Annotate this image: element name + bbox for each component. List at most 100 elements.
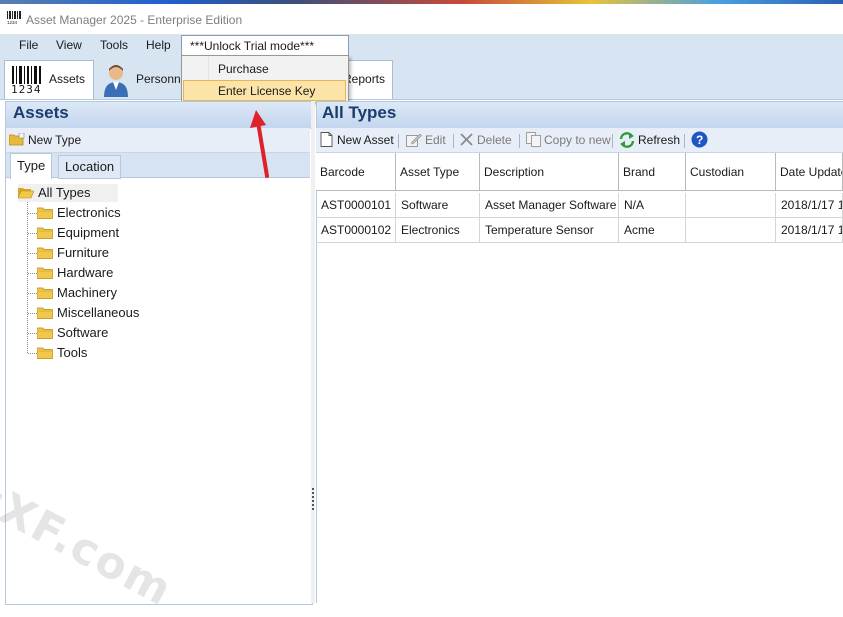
folder-icon xyxy=(37,307,53,319)
tree-node-electronics[interactable]: Electronics xyxy=(37,204,177,222)
tree-node-label: Tools xyxy=(57,345,88,360)
right-panel-title: All Types xyxy=(322,103,397,122)
menu-tools[interactable]: Tools xyxy=(98,38,130,52)
tree-connector xyxy=(27,201,28,353)
column-header[interactable]: Description xyxy=(480,153,619,191)
tree-node-tools[interactable]: Tools xyxy=(37,344,177,362)
title-bar: 1234 Asset Manager 2025 - Enterprise Edi… xyxy=(0,4,843,35)
folder-icon xyxy=(37,207,53,219)
delete-icon xyxy=(460,133,473,146)
toolbar-separator xyxy=(398,134,399,148)
column-header[interactable]: Date Update xyxy=(776,153,843,191)
tree-node-miscellaneous[interactable]: Miscellaneous xyxy=(37,304,177,322)
tree-node-software[interactable]: Software xyxy=(37,324,177,342)
menu-view[interactable]: View xyxy=(54,38,84,52)
toolbar-separator xyxy=(684,134,685,148)
svg-text:1234: 1234 xyxy=(7,20,18,24)
svg-text:?: ? xyxy=(696,133,703,147)
left-panel-title: Assets xyxy=(13,103,69,122)
menu-help[interactable]: Help xyxy=(144,38,173,52)
tree-node-machinery[interactable]: Machinery xyxy=(37,284,177,302)
menu-item-purchase[interactable]: Purchase xyxy=(183,58,345,78)
delete-label: Delete xyxy=(477,133,512,147)
tab-assets-label: Assets xyxy=(49,72,86,86)
tree-connector xyxy=(28,253,37,254)
edit-label: Edit xyxy=(425,133,446,147)
tab-type[interactable]: Type xyxy=(10,153,53,179)
unlock-dropdown-menu: Purchase Enter License Key xyxy=(181,55,349,103)
tab-reports-label: Reports xyxy=(343,72,386,86)
menu-unlock-trial-label: ***Unlock Trial mode*** xyxy=(190,39,315,53)
new-document-icon xyxy=(320,132,333,147)
table-cell[interactable]: Asset Manager Software xyxy=(480,193,619,218)
tree-node-label: Machinery xyxy=(57,285,117,300)
tree-node-equipment[interactable]: Equipment xyxy=(37,224,177,242)
refresh-icon xyxy=(619,132,635,148)
table-cell[interactable]: N/A xyxy=(619,193,686,218)
table-cell[interactable]: 2018/1/17 1... xyxy=(776,218,843,243)
toolbar-separator xyxy=(453,134,454,148)
tree-root-label: All Types xyxy=(38,185,91,200)
window-title: Asset Manager 2025 - Enterprise Edition xyxy=(26,13,243,27)
table-cell[interactable]: Temperature Sensor xyxy=(480,218,619,243)
table-cell[interactable]: Acme xyxy=(619,218,686,243)
folder-icon xyxy=(37,247,53,259)
edit-icon xyxy=(406,133,422,147)
copy-icon xyxy=(526,132,541,147)
ribbon-tabs: 1234 Assets Personn Reports xyxy=(0,57,843,100)
tree-connector xyxy=(28,313,37,314)
menu-item-purchase-label: Purchase xyxy=(218,62,269,76)
panel-splitter[interactable] xyxy=(311,101,315,603)
table-cell[interactable] xyxy=(686,218,776,243)
menu-item-enter-license-key-label: Enter License Key xyxy=(218,84,316,98)
tab-personnel-label: Personn xyxy=(136,72,181,86)
column-header[interactable]: Brand xyxy=(619,153,686,191)
table-cell[interactable]: AST0000102 xyxy=(316,218,396,243)
tree-node-hardware[interactable]: Hardware xyxy=(37,264,177,282)
tree-connector xyxy=(28,333,37,334)
menu-item-enter-license-key[interactable]: Enter License Key xyxy=(183,80,346,101)
column-header[interactable]: Barcode xyxy=(316,153,396,191)
table-cell[interactable] xyxy=(686,193,776,218)
table-cell[interactable]: AST0000101 xyxy=(316,193,396,218)
person-icon xyxy=(104,65,128,97)
new-asset-label: New Asset xyxy=(337,133,394,147)
column-header[interactable]: Asset Type xyxy=(396,153,480,191)
barcode-app-icon: 1234 xyxy=(7,11,21,24)
right-toolbar: New Asset Edit Delete Copy to new Refres… xyxy=(316,128,843,153)
toolbar-separator xyxy=(519,134,520,148)
barcode-digits: 1234 xyxy=(11,83,42,96)
menu-file[interactable]: File xyxy=(17,38,40,52)
copy-to-new-label: Copy to new xyxy=(544,133,611,147)
tab-assets[interactable]: 1234 Assets xyxy=(4,60,94,99)
table-cell[interactable]: Electronics xyxy=(396,218,480,243)
new-type-label: New Type xyxy=(28,133,82,147)
toolbar-separator xyxy=(612,134,613,148)
tree-connector xyxy=(28,213,37,214)
refresh-label: Refresh xyxy=(638,133,681,147)
tree-node-label: Software xyxy=(57,325,109,340)
table-cell[interactable]: Software xyxy=(396,193,480,218)
folder-icon xyxy=(37,287,53,299)
help-icon: ? xyxy=(691,131,708,148)
menu-bar: File View Tools Help xyxy=(0,35,843,57)
tab-personnel[interactable]: Personn xyxy=(96,61,182,97)
folder-icon xyxy=(37,267,53,279)
open-folder-icon xyxy=(18,188,34,199)
tree-node-all-types[interactable]: All Types xyxy=(18,184,118,202)
table-cell[interactable]: 2018/1/17 1... xyxy=(776,193,843,218)
tree-connector xyxy=(28,273,37,274)
tree-connector xyxy=(28,293,37,294)
tree-node-furniture[interactable]: Furniture xyxy=(37,244,177,262)
tree-node-label: Equipment xyxy=(57,225,120,240)
tree-node-label: Miscellaneous xyxy=(57,305,140,320)
tab-location[interactable]: Location xyxy=(58,155,122,179)
tree-node-label: Hardware xyxy=(57,265,114,280)
tree-node-label: Furniture xyxy=(57,245,110,260)
column-header[interactable]: Custodian xyxy=(686,153,776,191)
folder-icon xyxy=(37,327,53,339)
tree-connector xyxy=(28,353,37,354)
folder-icon xyxy=(37,227,53,239)
red-arrow-annotation xyxy=(250,110,269,178)
menu-unlock-trial[interactable]: ***Unlock Trial mode*** xyxy=(181,35,349,57)
